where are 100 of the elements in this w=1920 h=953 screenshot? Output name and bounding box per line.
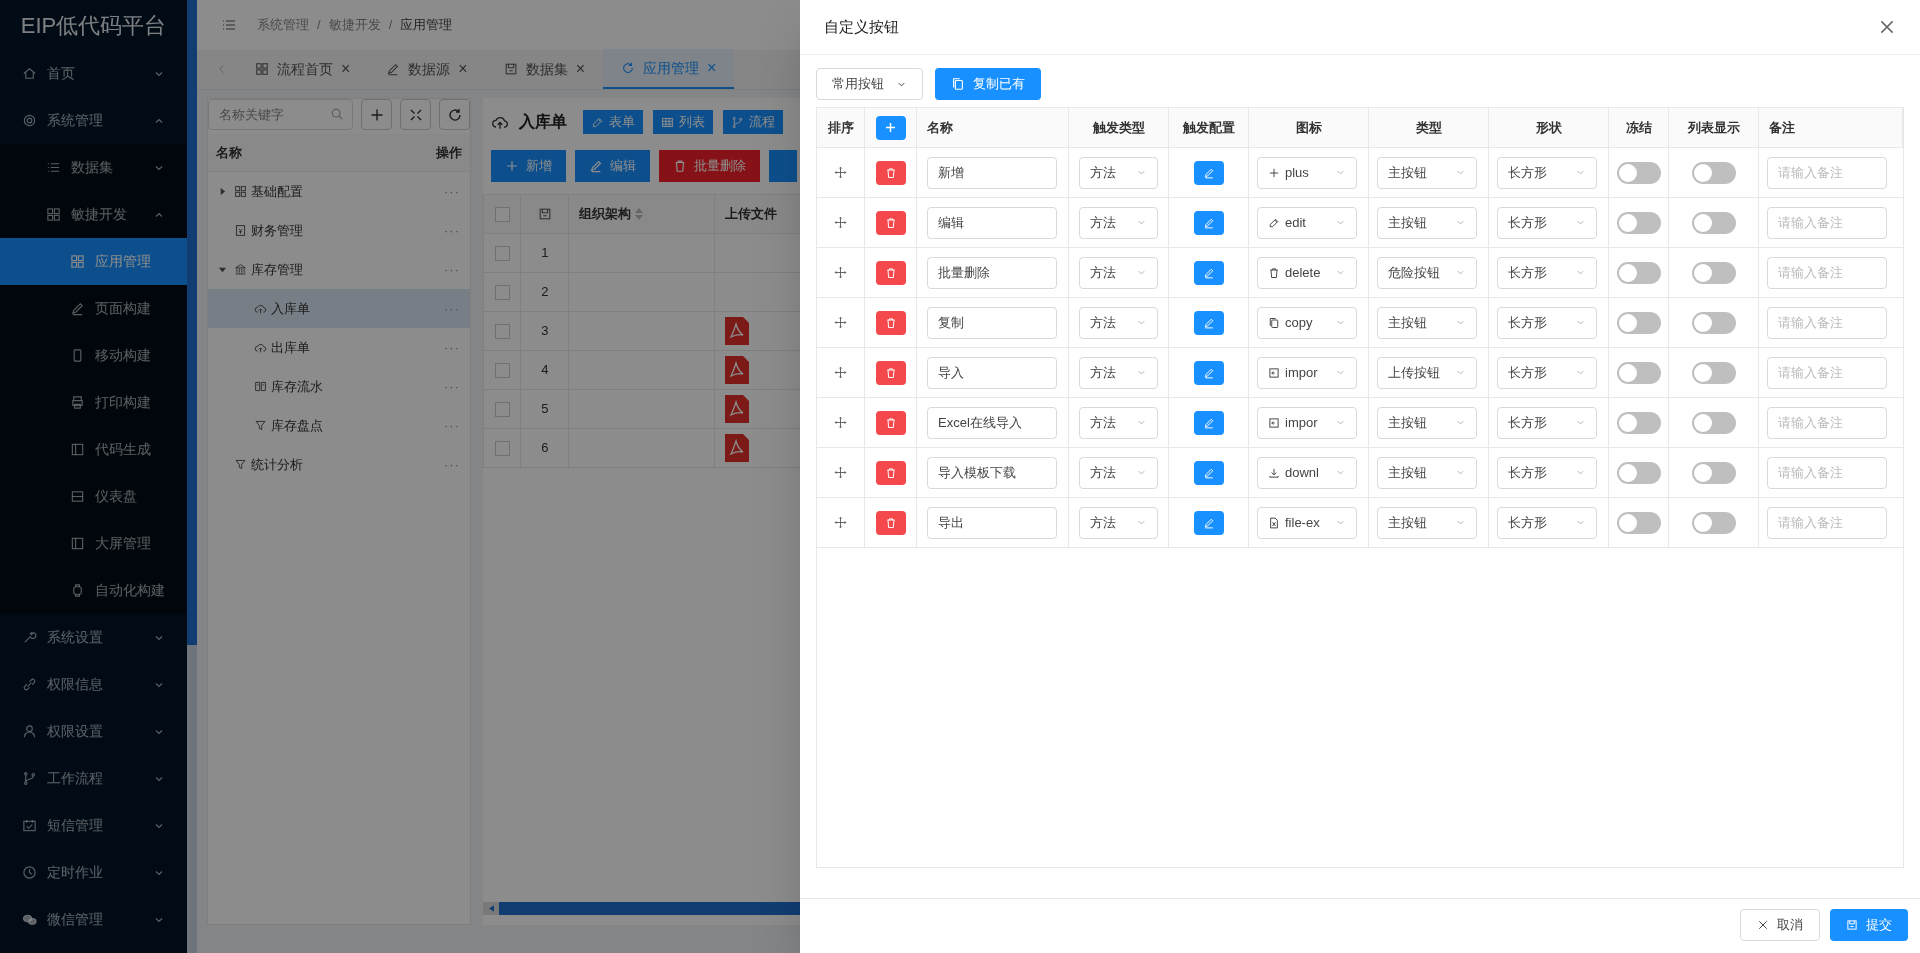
search-field[interactable]: 名称关键字 [208, 99, 353, 130]
remark-input[interactable]: 请输入备注 [1767, 306, 1887, 339]
remark-input[interactable]: 请输入备注 [1767, 406, 1887, 439]
remark-input[interactable]: 请输入备注 [1767, 156, 1887, 189]
toggle-switch[interactable] [1616, 461, 1661, 484]
preset-select[interactable]: 常用按钮 [816, 68, 923, 100]
tab[interactable]: 数据集 × [485, 49, 604, 89]
more-button[interactable]: ··· [444, 220, 460, 241]
left-arrow-icon[interactable] [488, 905, 494, 912]
menu-group[interactable]: 敏捷开发 [0, 191, 187, 238]
select-field[interactable]: 方法 [1079, 356, 1158, 389]
menu-group[interactable]: 工作流程 [0, 755, 187, 802]
toggle-switch[interactable] [1691, 261, 1736, 284]
menu-group[interactable]: 首页 [0, 50, 187, 97]
remark-input[interactable]: 请输入备注 [1767, 356, 1887, 389]
breadcrumb-item[interactable]: 应用管理 [400, 15, 453, 35]
toggle-switch[interactable] [1616, 411, 1661, 434]
more-button[interactable]: ··· [444, 454, 460, 475]
copy-existing-button[interactable]: 复制已有 [935, 68, 1041, 100]
more-button[interactable]: ··· [444, 376, 460, 397]
select-field[interactable]: 主按钮 [1377, 506, 1477, 539]
remark-input[interactable]: 请输入备注 [1767, 506, 1887, 539]
menu-item[interactable]: 大屏管理 [0, 520, 187, 567]
toggle-switch[interactable] [1616, 311, 1661, 334]
remark-input[interactable]: 请输入备注 [1767, 456, 1887, 489]
select-field[interactable]: copy [1257, 306, 1357, 339]
delete-row-button[interactable] [875, 260, 906, 285]
checkbox[interactable] [494, 323, 510, 339]
select-field[interactable]: delete [1257, 256, 1357, 289]
sort-icon[interactable] [635, 208, 644, 220]
checkbox[interactable] [494, 440, 510, 456]
select-field[interactable]: 方法 [1079, 506, 1158, 539]
menu-group[interactable]: 系统管理 [0, 97, 187, 144]
toggle-switch[interactable] [1616, 261, 1661, 284]
select-field[interactable]: 上传按钮 [1377, 356, 1477, 389]
refresh-button[interactable] [439, 99, 470, 130]
delete-row-button[interactable] [875, 510, 906, 535]
toggle-switch[interactable] [1691, 311, 1736, 334]
select-field[interactable]: 方法 [1079, 406, 1158, 439]
select-field[interactable]: 主按钮 [1377, 306, 1477, 339]
name-input[interactable]: 导出 [927, 506, 1057, 539]
horizontal-scrollbar[interactable] [483, 902, 800, 915]
select-field[interactable]: 长方形 [1497, 356, 1597, 389]
tree-item[interactable]: 入库单 ··· [208, 289, 470, 328]
expand-button[interactable] [400, 99, 431, 130]
name-input[interactable]: 编辑 [927, 206, 1057, 239]
more-button[interactable]: ··· [444, 415, 460, 436]
menu-item[interactable]: 移动构建 [0, 332, 187, 379]
toggle-switch[interactable] [1691, 211, 1736, 234]
delete-row-button[interactable] [875, 360, 906, 385]
breadcrumb-item[interactable]: 系统管理 [257, 15, 309, 35]
name-input[interactable]: Excel在线导入 [927, 406, 1057, 439]
toolbar-button[interactable]: 编辑 [575, 150, 650, 182]
select-field[interactable]: 方法 [1079, 306, 1158, 339]
toggle-switch[interactable] [1616, 511, 1661, 534]
tab-close[interactable]: × [458, 57, 468, 81]
checkbox[interactable] [494, 245, 510, 261]
view-button[interactable]: 表单 [583, 110, 643, 134]
menu-group[interactable]: 定时作业 [0, 849, 187, 896]
menu-group[interactable]: 微信管理 [0, 896, 187, 943]
breadcrumb-item[interactable]: 敏捷开发 [328, 15, 381, 35]
select-field[interactable]: impor [1257, 356, 1357, 389]
close-button[interactable] [1878, 18, 1896, 36]
select-field[interactable]: 方法 [1079, 206, 1158, 239]
edit-trigger-button[interactable] [1193, 160, 1224, 185]
menu-item[interactable]: 代码生成 [0, 426, 187, 473]
select-field[interactable]: impor [1257, 406, 1357, 439]
menu-item[interactable]: 页面构建 [0, 285, 187, 332]
toolbar-button[interactable]: 批量删除 [659, 150, 760, 182]
tab-close[interactable]: × [575, 57, 586, 81]
select-field[interactable]: 长方形 [1497, 456, 1597, 489]
name-input[interactable]: 批量删除 [927, 256, 1057, 289]
menu-group[interactable]: 权限信息 [0, 661, 187, 708]
edit-trigger-button[interactable] [1193, 460, 1224, 485]
toggle-switch[interactable] [1691, 161, 1736, 184]
name-input[interactable]: 导入模板下载 [927, 456, 1057, 489]
toggle-switch[interactable] [1616, 161, 1661, 184]
pdf-file-icon[interactable] [724, 395, 749, 423]
edit-trigger-button[interactable] [1193, 210, 1224, 235]
select-field[interactable]: 主按钮 [1377, 456, 1477, 489]
select-field[interactable]: edit [1257, 206, 1357, 239]
toggle-switch[interactable] [1616, 211, 1661, 234]
toggle-switch[interactable] [1691, 511, 1736, 534]
menu-item[interactable]: 仪表盘 [0, 473, 187, 520]
menu-item[interactable]: 自动化构建 [0, 567, 187, 614]
add-row-button[interactable] [875, 115, 906, 140]
remark-input[interactable]: 请输入备注 [1767, 256, 1887, 289]
pdf-file-icon[interactable] [724, 356, 749, 384]
select-field[interactable]: 长方形 [1497, 506, 1597, 539]
pdf-file-icon[interactable] [724, 317, 749, 345]
add-button[interactable] [361, 99, 392, 130]
toggle-switch[interactable] [1691, 461, 1736, 484]
select-field[interactable]: 主按钮 [1377, 406, 1477, 439]
pdf-file-icon[interactable] [724, 434, 749, 462]
menu-group[interactable]: 权限设置 [0, 708, 187, 755]
name-input[interactable]: 复制 [927, 306, 1057, 339]
select-field[interactable]: 长方形 [1497, 406, 1597, 439]
checkbox[interactable] [494, 401, 510, 417]
menu-group[interactable]: 系统设置 [0, 614, 187, 661]
menu-group[interactable]: 短信管理 [0, 802, 187, 849]
